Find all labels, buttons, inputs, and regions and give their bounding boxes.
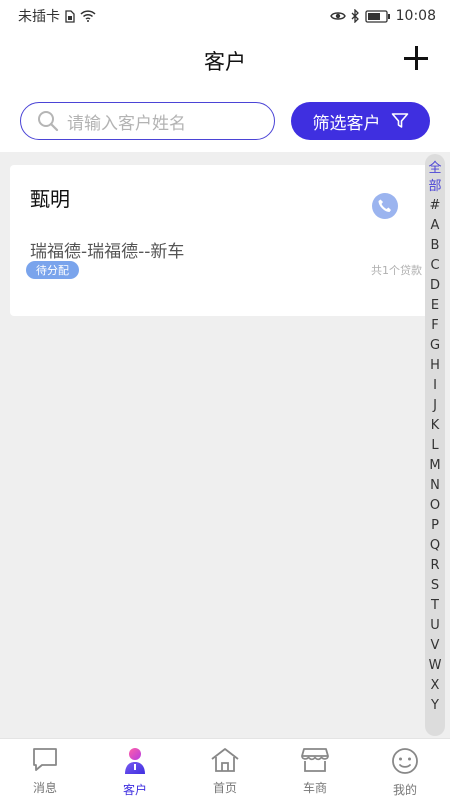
clock-text: 10:08	[395, 8, 436, 24]
tab-customers[interactable]: 客户	[90, 739, 180, 800]
customer-name: 甄明	[30, 187, 70, 211]
index-letter[interactable]: J	[425, 396, 445, 416]
index-letter[interactable]: C	[425, 256, 445, 276]
customer-dealer-info: 瑞福德-瑞福德--新车	[30, 242, 185, 262]
store-icon	[301, 748, 329, 772]
tab-dealers[interactable]: 车商	[270, 739, 360, 800]
wifi-icon	[80, 10, 96, 22]
home-icon	[211, 748, 239, 772]
index-letter[interactable]: B	[425, 236, 445, 256]
eye-icon	[329, 10, 346, 22]
index-letter[interactable]: I	[425, 376, 445, 396]
index-letter[interactable]: D	[425, 276, 445, 296]
index-letter[interactable]: 全	[425, 160, 445, 178]
filter-icon	[391, 113, 408, 128]
index-letter[interactable]: L	[425, 436, 445, 456]
bottom-tab-bar: 消息 客户 首页 车商 我的	[0, 738, 450, 800]
message-icon	[33, 748, 57, 771]
tab-home[interactable]: 首页	[180, 739, 270, 800]
search-icon	[38, 111, 59, 132]
customer-icon	[125, 748, 145, 774]
search-placeholder: 请输入客户姓名	[67, 113, 186, 134]
battery-icon	[364, 9, 391, 23]
index-letter[interactable]: N	[425, 476, 445, 496]
add-customer-button[interactable]	[404, 46, 428, 70]
index-letter[interactable]: F	[425, 316, 445, 336]
index-letter[interactable]: S	[425, 576, 445, 596]
index-letter[interactable]: T	[425, 596, 445, 616]
sim-card-icon	[65, 9, 75, 23]
index-letter[interactable]: 部	[425, 178, 445, 196]
index-letter[interactable]: R	[425, 556, 445, 576]
tab-label: 车商	[302, 781, 327, 795]
call-button[interactable]	[372, 193, 398, 219]
tab-label: 消息	[32, 781, 57, 795]
loan-count: 共1个贷款	[371, 264, 422, 277]
search-input[interactable]: 请输入客户姓名	[20, 102, 275, 140]
carrier-text: 未插卡	[18, 9, 60, 25]
page-title: 客户	[204, 50, 246, 74]
index-letter[interactable]: E	[425, 296, 445, 316]
index-letter[interactable]: X	[425, 676, 445, 696]
customer-list-area: 甄明 瑞福德-瑞福德--新车 待分配 共1个贷款 全部 # A B C D E F G H I J K L…	[0, 152, 450, 738]
index-letter[interactable]: Y	[425, 696, 445, 716]
filter-button-label: 筛选客户	[312, 113, 381, 134]
tab-label: 首页	[212, 781, 237, 795]
tab-label: 客户	[122, 783, 147, 797]
alphabet-index[interactable]: 全部 # A B C D E F G H I J K L M N O P Q R S T U V W X Y	[425, 154, 445, 736]
index-letter[interactable]: K	[425, 416, 445, 436]
profile-icon	[392, 748, 418, 774]
index-letter[interactable]: U	[425, 616, 445, 636]
tab-label: 我的	[392, 783, 417, 797]
index-letter[interactable]: G	[425, 336, 445, 356]
index-letter[interactable]: P	[425, 516, 445, 536]
filter-customers-button[interactable]: 筛选客户	[291, 102, 430, 140]
status-badge: 待分配	[26, 261, 79, 279]
index-letter[interactable]: Q	[425, 536, 445, 556]
search-bar: 请输入客户姓名 筛选客户	[0, 90, 450, 152]
page-header: 客户	[0, 32, 450, 90]
customer-card[interactable]: 甄明 瑞福德-瑞福德--新车 待分配 共1个贷款	[10, 165, 430, 316]
index-letter[interactable]: #	[425, 196, 445, 216]
tab-profile[interactable]: 我的	[360, 739, 450, 800]
status-left: 未插卡	[18, 6, 96, 26]
index-letter[interactable]: O	[425, 496, 445, 516]
index-letter[interactable]: V	[425, 636, 445, 656]
bluetooth-icon	[351, 9, 360, 23]
index-letter[interactable]: W	[425, 656, 445, 676]
index-letter[interactable]: H	[425, 356, 445, 376]
phone-icon	[378, 199, 391, 212]
status-bar: 未插卡 10:08	[0, 0, 450, 32]
index-letter[interactable]: A	[425, 216, 445, 236]
status-right: 10:08	[329, 8, 436, 24]
tab-messages[interactable]: 消息	[0, 739, 90, 800]
index-letter[interactable]: M	[425, 456, 445, 476]
